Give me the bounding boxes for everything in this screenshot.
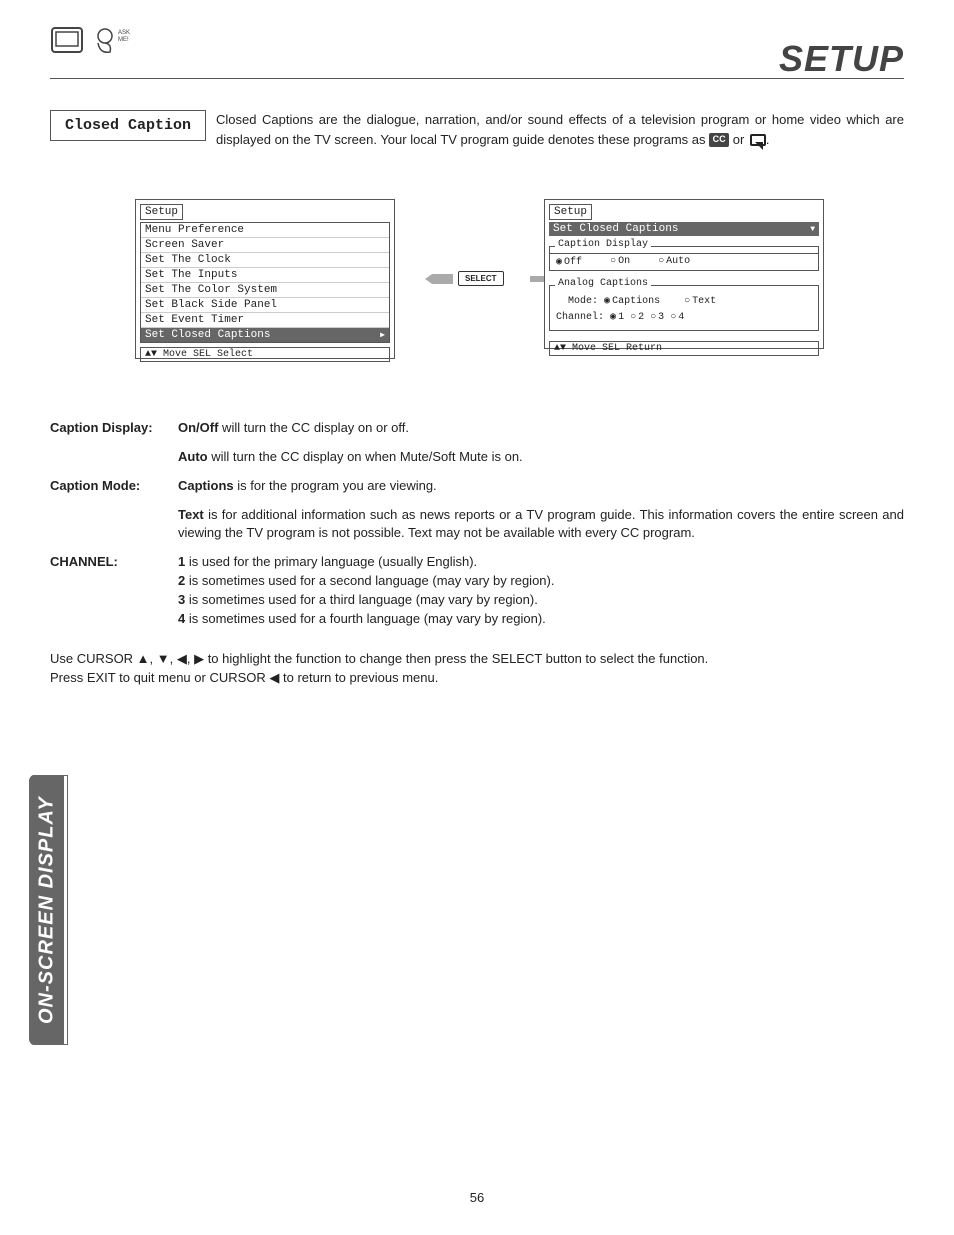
closed-caption-box: Closed Caption [50, 110, 206, 141]
label-caption-display: Caption Display: [50, 419, 178, 438]
osd-item: Set Event Timer [141, 313, 389, 328]
osd-item: Set Black Side Panel [141, 298, 389, 313]
osd-setup-menu: Setup Menu Preference Screen Saver Set T… [135, 199, 395, 359]
speech-bubble-icon [750, 134, 766, 146]
osd-title: Setup [140, 204, 183, 220]
label-caption-mode: Caption Mode: [50, 477, 178, 496]
radio-off: Off [556, 256, 582, 268]
side-tab: ON-SCREEN DISPLAY [30, 775, 64, 1045]
body-channel: 1 is used for the primary language (usua… [178, 553, 904, 628]
page-header: ASK ME! SETUP [50, 20, 904, 80]
select-button: SELECT [458, 271, 504, 286]
osd-item-highlight: Set Closed Captions▼ [549, 222, 819, 236]
radio-text: Text [684, 296, 716, 307]
osd-item: Set The Inputs [141, 268, 389, 283]
closed-caption-description: Closed Captions are the dialogue, narrat… [216, 110, 904, 149]
cc-icon: CC [281, 449, 300, 464]
cc-icon: CC [709, 133, 729, 147]
svg-text:ME!: ME! [118, 37, 129, 43]
page-number: 56 [0, 1190, 954, 1205]
arrow-left-icon [425, 272, 453, 282]
body-caption-display: On/Off will turn the CC display on or of… [178, 419, 904, 438]
radio-on: On [610, 256, 630, 268]
analog-captions-fieldset: Analog Captions [549, 285, 819, 286]
osd-item: Screen Saver [141, 238, 389, 253]
cc-icon: CC [620, 525, 639, 540]
radio-ch2: 2 [630, 312, 644, 323]
chevron-down-icon: ▼ [810, 225, 815, 234]
ask-me-logo-icon: ASK ME! [50, 20, 140, 60]
analog-captions-block: Mode: Captions Text Channel: 1 2 3 4 [549, 292, 819, 331]
osd-menu-list: Menu Preference Screen Saver Set The Clo… [140, 222, 390, 343]
radio-captions: Captions [604, 296, 660, 307]
svg-text:ASK: ASK [118, 30, 130, 36]
radio-auto: Auto [658, 256, 690, 268]
header-rule [50, 78, 904, 79]
osd-title: Setup [549, 204, 592, 220]
osd-item: Set The Clock [141, 253, 389, 268]
caption-display-options: Off On Auto [549, 253, 819, 271]
radio-ch4: 4 [670, 312, 684, 323]
chevron-right-icon: ▶ [380, 330, 385, 340]
osd-item: Set The Color System [141, 283, 389, 298]
body-caption-mode: Captions is for the program you are view… [178, 477, 904, 496]
radio-ch1: 1 [610, 312, 624, 323]
body-caption-mode-text: Text is for additional information such … [178, 506, 904, 544]
osd-panels: Setup Menu Preference Screen Saver Set T… [50, 199, 904, 379]
label-channel: CHANNEL: [50, 553, 178, 628]
cc-icon: CC [291, 420, 310, 435]
caption-display-fieldset: Caption Display [549, 246, 819, 247]
osd-item: Menu Preference [141, 223, 389, 238]
body-caption-display-auto: Auto will turn the CC display on when Mu… [178, 448, 904, 467]
osd-item-highlight: Set Closed Captions▶ [141, 328, 389, 342]
osd-footer: ▲▼ Move SEL Select [140, 347, 390, 362]
info-section: Caption Display: On/Off will turn the CC… [50, 419, 904, 688]
osd-closed-captions-panel: Setup Set Closed Captions▼ Caption Displ… [544, 199, 824, 349]
radio-ch3: 3 [650, 312, 664, 323]
page-title: SETUP [779, 38, 904, 80]
navigation-instructions: Use CURSOR ▲, ▼, ◀, ▶ to highlight the f… [50, 649, 904, 688]
osd-footer: ▲▼ Move SEL Return [549, 341, 819, 356]
